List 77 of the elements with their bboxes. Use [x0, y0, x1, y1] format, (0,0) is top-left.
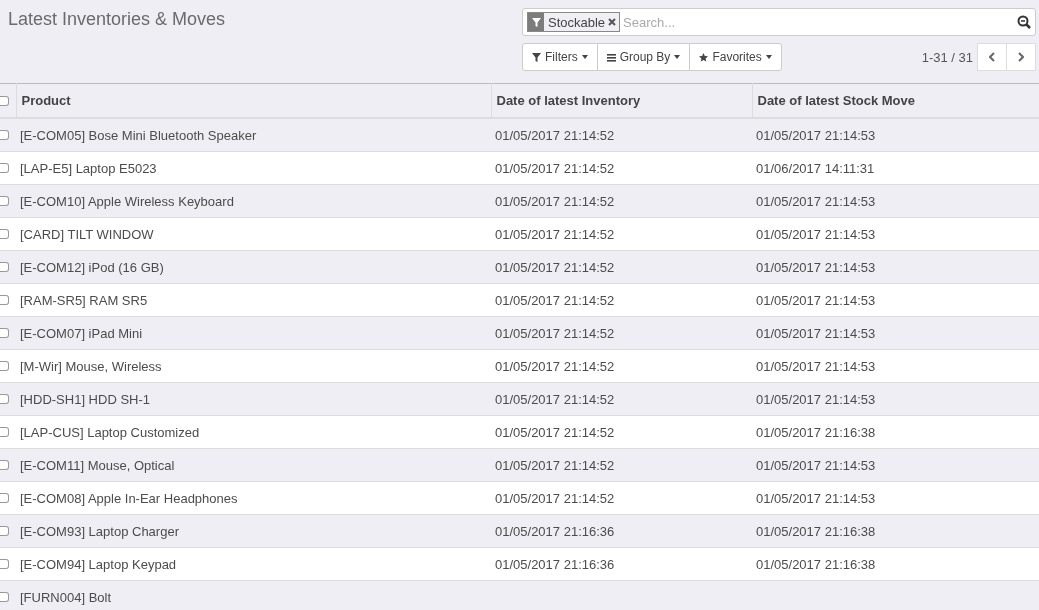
table-cell: [RAM-SR5] RAM SR5 — [20, 292, 148, 308]
row-checkbox[interactable] — [0, 295, 9, 305]
table-cell: [E-COM12] iPod (16 GB) — [20, 259, 164, 275]
table-cell: 01/05/2017 21:14:53 — [756, 457, 876, 473]
table-cell: 01/05/2017 21:14:52 — [495, 193, 615, 209]
next-page-button[interactable] — [1006, 43, 1036, 71]
row-checkbox[interactable] — [0, 196, 9, 206]
table-cell: [E-COM93] Laptop Charger — [20, 523, 179, 539]
chevron-right-icon — [1018, 52, 1024, 62]
table-cell: [E-COM07] iPad Mini — [20, 325, 143, 341]
table-cell: 01/05/2017 21:16:36 — [495, 523, 615, 539]
table-cell: 01/05/2017 21:14:52 — [495, 259, 615, 275]
table-cell: [M-Wir] Mouse, Wireless — [20, 358, 162, 374]
table-cell: 01/05/2017 21:14:53 — [756, 292, 876, 308]
table-cell: 01/06/2017 14:11:31 — [756, 160, 875, 176]
table-cell: [E-COM10] Apple Wireless Keyboard — [20, 193, 234, 209]
previous-page-button[interactable] — [977, 43, 1007, 71]
chevron-left-icon — [989, 52, 995, 62]
table-cell: 01/05/2017 21:14:52 — [495, 226, 615, 242]
row-checkbox[interactable] — [0, 163, 9, 173]
facet-label: Stockable — [547, 14, 607, 30]
star-icon — [699, 52, 709, 62]
table-cell: 01/05/2017 21:16:38 — [756, 424, 876, 440]
table-cell: [LAP-CUS] Laptop Customized — [20, 424, 200, 440]
table-cell: 01/05/2017 21:14:52 — [495, 292, 615, 308]
table-cell: 01/05/2017 21:14:52 — [495, 127, 615, 143]
table-cell: 01/05/2017 21:14:52 — [495, 358, 615, 374]
row-checkbox[interactable] — [0, 262, 9, 272]
pager-label: 1-31 / 31 — [921, 49, 973, 65]
row-checkbox[interactable] — [0, 394, 9, 404]
table-cell: [FURN004] Bolt — [20, 589, 112, 605]
table-cell: 01/05/2017 21:14:53 — [756, 193, 876, 209]
table-cell: [E-COM05] Bose Mini Bluetooth Speaker — [20, 127, 257, 143]
table-cell: [E-COM08] Apple In-Ear Headphones — [20, 490, 238, 506]
table-cell: 01/05/2017 21:14:53 — [756, 325, 876, 341]
row-checkbox[interactable] — [0, 493, 9, 503]
list-icon — [606, 52, 616, 62]
toolbar-dropdown[interactable]: Favorites — [689, 43, 782, 71]
row-checkbox[interactable] — [0, 361, 9, 371]
table-cell: 01/05/2017 21:16:38 — [756, 556, 876, 572]
table-cell: 01/05/2017 21:16:38 — [756, 523, 876, 539]
table-cell: 01/05/2017 21:14:52 — [495, 490, 615, 506]
table-cell: [CARD] TILT WINDOW — [20, 226, 154, 242]
close-icon[interactable] — [608, 18, 617, 26]
page-title: Latest Inventories & Moves — [8, 9, 227, 30]
row-checkbox[interactable] — [0, 592, 9, 602]
row-checkbox[interactable] — [0, 427, 9, 437]
table-cell: [HDD-SH1] HDD SH-1 — [20, 391, 150, 407]
row-checkbox[interactable] — [0, 130, 9, 140]
table-cell: [LAP-E5] Laptop E5023 — [20, 160, 157, 176]
table-cell: 01/05/2017 21:14:52 — [495, 457, 615, 473]
table-cell: [E-COM11] Mouse, Optical — [20, 457, 175, 473]
row-checkbox[interactable] — [0, 460, 9, 470]
table-cell: 01/05/2017 21:14:53 — [756, 391, 876, 407]
table-cell: 01/05/2017 21:14:53 — [756, 358, 876, 374]
table-cell: 01/05/2017 21:14:53 — [756, 127, 876, 143]
table-cell: 01/05/2017 21:14:53 — [756, 490, 876, 506]
row-checkbox[interactable] — [0, 95, 9, 106]
row-checkbox[interactable] — [0, 559, 9, 569]
filter-icon — [532, 52, 541, 62]
toolbar-dropdown[interactable]: Filters — [522, 43, 598, 71]
toolbar-dropdown[interactable]: Group By — [596, 43, 691, 71]
table-cell: 01/05/2017 21:16:36 — [495, 556, 615, 572]
table-cell: 01/05/2017 21:14:52 — [495, 325, 615, 341]
table-cell: 01/05/2017 21:14:52 — [495, 160, 615, 176]
search-icon[interactable] — [1017, 15, 1031, 29]
search-field[interactable]: Stockable Search... — [522, 8, 1036, 36]
table-cell: 01/05/2017 21:14:52 — [495, 391, 615, 407]
table-cell: 01/05/2017 21:14:53 — [756, 259, 876, 275]
filter-icon — [531, 17, 541, 27]
table-cell: 01/05/2017 21:14:52 — [495, 424, 615, 440]
row-checkbox[interactable] — [0, 526, 9, 536]
table-cell: [E-COM94] Laptop Keypad — [20, 556, 177, 572]
row-checkbox[interactable] — [0, 229, 9, 239]
filter-facet[interactable]: Stockable — [527, 12, 621, 32]
row-checkbox[interactable] — [0, 328, 9, 338]
table-cell: 01/05/2017 21:14:53 — [756, 226, 876, 242]
